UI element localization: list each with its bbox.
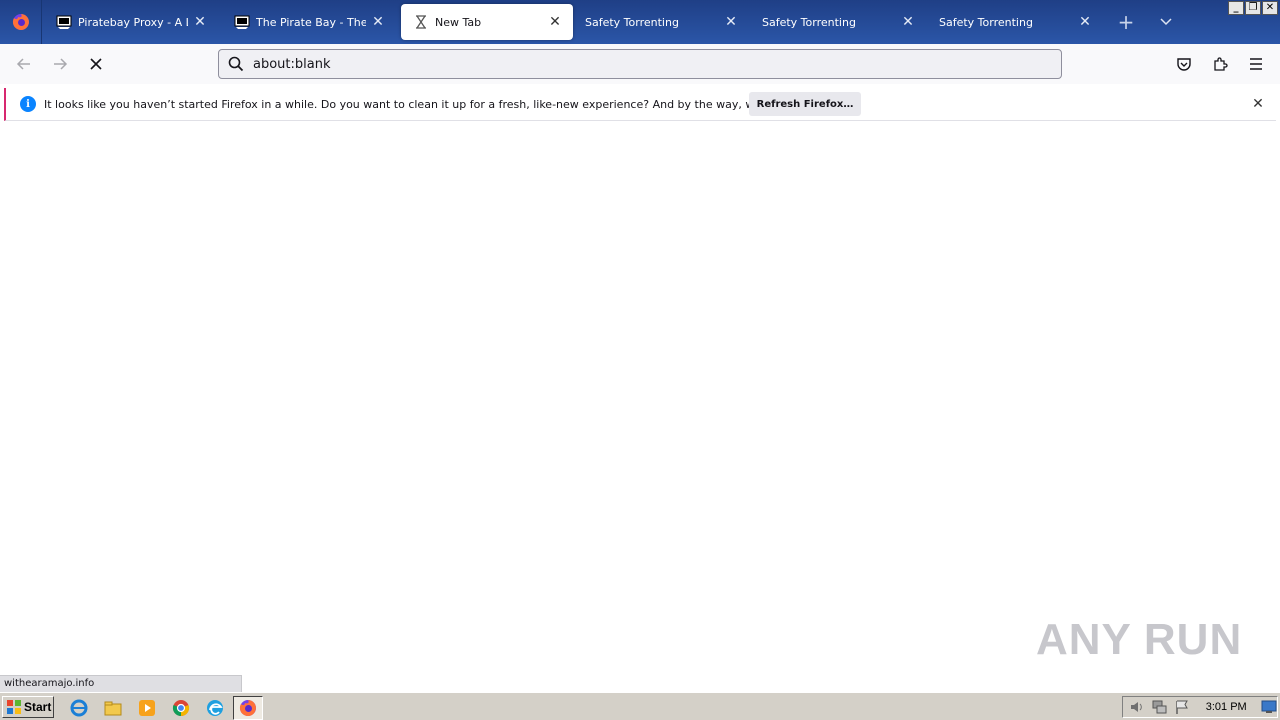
tab-safety-torrenting-2[interactable]: Safety Torrenting ✕: [750, 0, 926, 44]
windows-explorer-icon[interactable]: [102, 697, 124, 719]
windows-logo-icon: [7, 700, 21, 714]
hamburger-menu-icon[interactable]: [1242, 50, 1270, 78]
action-center-flag-icon[interactable]: [1174, 699, 1190, 715]
status-url: withearamajo.info: [0, 675, 242, 692]
tab-title: Safety Torrenting: [762, 15, 856, 29]
tab-safety-torrenting-3[interactable]: Safety Torrenting ✕: [927, 0, 1103, 44]
tab-pirate-bay[interactable]: The Pirate Bay - The galaxy ✕: [222, 0, 396, 44]
close-tab-icon[interactable]: ✕: [366, 10, 390, 34]
watermark-right-text: RUN: [1143, 615, 1243, 664]
close-tab-icon[interactable]: ✕: [188, 10, 212, 34]
tab-new-tab[interactable]: New Tab ✕: [401, 4, 573, 40]
tab-title: Piratebay Proxy - A List of: [78, 15, 188, 29]
extensions-puzzle-icon[interactable]: [1206, 50, 1234, 78]
restore-window-icon[interactable]: ❐: [1245, 1, 1261, 15]
show-desktop-icon[interactable]: [1261, 699, 1277, 715]
minimize-window-icon[interactable]: _: [1228, 1, 1244, 15]
network-icon[interactable]: [1151, 699, 1167, 715]
navigation-toolbar: [0, 44, 1280, 84]
notification-message: It looks like you haven’t started Firefo…: [44, 97, 829, 111]
volume-icon[interactable]: [1129, 699, 1145, 715]
new-tab-plus-icon[interactable]: +: [1112, 8, 1140, 36]
address-bar[interactable]: [218, 49, 1062, 79]
close-tab-icon[interactable]: ✕: [1073, 10, 1097, 34]
info-icon: i: [20, 96, 36, 112]
start-label: Start: [24, 700, 52, 714]
system-tray: 3:01 PM: [1122, 696, 1278, 718]
anyrun-watermark: ANY RUN: [1036, 608, 1241, 672]
close-tab-icon[interactable]: ✕: [543, 10, 567, 34]
refresh-firefox-button[interactable]: Refresh Firefox…: [749, 92, 861, 116]
tab-safety-torrenting-1[interactable]: Safety Torrenting ✕: [573, 0, 749, 44]
tab-title: New Tab: [435, 15, 482, 29]
media-player-icon[interactable]: [136, 697, 158, 719]
url-input[interactable]: [253, 56, 1033, 72]
tab-title: Safety Torrenting: [939, 15, 1033, 29]
edge-icon[interactable]: [204, 697, 226, 719]
chrome-icon[interactable]: [170, 697, 192, 719]
tab-title: The Pirate Bay - The galaxy: [256, 15, 366, 29]
clock[interactable]: 3:01 PM: [1206, 701, 1247, 713]
close-tab-icon[interactable]: ✕: [719, 10, 743, 34]
refresh-notification-bar: i It looks like you haven’t started Fire…: [4, 88, 1276, 121]
tab-piratebay-proxy[interactable]: Piratebay Proxy - A List of ✕: [44, 0, 218, 44]
firefox-taskbar-icon[interactable]: [233, 696, 263, 720]
stop-loading-icon[interactable]: [82, 50, 110, 78]
forward-arrow-icon[interactable]: [46, 50, 74, 78]
close-window-icon[interactable]: ✕: [1262, 1, 1278, 15]
search-icon: [221, 50, 251, 78]
firefox-logo-icon: [12, 14, 29, 30]
page-content: [0, 124, 1280, 692]
close-notification-icon[interactable]: ✕: [1250, 96, 1266, 112]
list-all-tabs-chevron-icon[interactable]: [1152, 8, 1180, 36]
hourglass-loading-icon: [413, 14, 429, 30]
close-tab-icon[interactable]: ✕: [896, 10, 920, 34]
pirate-ship-icon: [56, 14, 72, 30]
internet-explorer-icon[interactable]: [68, 697, 90, 719]
screen: Piratebay Proxy - A List of ✕ The Pirate…: [0, 0, 1280, 720]
pirate-ship-icon: [234, 14, 250, 30]
tab-title: Safety Torrenting: [585, 15, 679, 29]
pocket-icon[interactable]: [1170, 50, 1198, 78]
tab-strip: Piratebay Proxy - A List of ✕ The Pirate…: [0, 0, 1280, 44]
start-button[interactable]: Start: [2, 696, 54, 718]
watermark-left-text: ANY: [1036, 615, 1132, 664]
taskbar: Start 3:01 PM: [0, 692, 1280, 720]
back-arrow-icon[interactable]: [10, 50, 38, 78]
firefox-view-button[interactable]: [0, 0, 42, 44]
